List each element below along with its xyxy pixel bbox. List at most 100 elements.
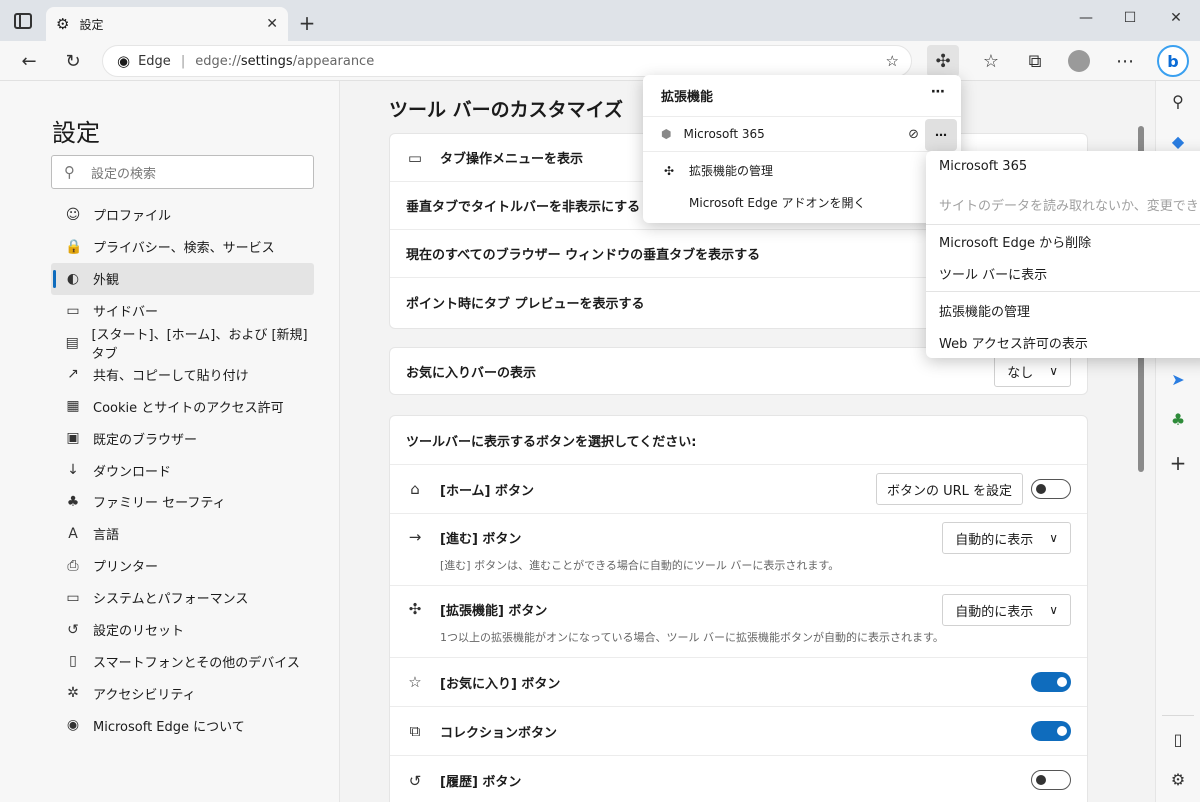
palette-icon: ◐ <box>66 270 80 287</box>
row-collections-button: ⧉ コレクションボタン <box>390 707 1087 756</box>
extensions-button-label: [拡張機能] ボタン <box>440 604 548 619</box>
history-icon: ↺ <box>408 771 422 790</box>
bing-chat-icon[interactable]: b <box>1157 45 1189 77</box>
sidebar-item-label: プライバシー、検索、サービス <box>93 241 275 257</box>
chevron-down-icon: ∨ <box>1049 603 1058 617</box>
favorites-icon[interactable]: ☆ <box>978 49 1004 73</box>
search-icon[interactable]: ⚲ <box>1164 89 1192 113</box>
extension-more-button[interactable]: ⋯ <box>925 119 957 151</box>
tree-icon[interactable]: ♣ <box>1164 407 1192 431</box>
menu-manage[interactable]: 拡張機能の管理 <box>939 301 1030 320</box>
sidebar-item[interactable]: ▣ 既定のブラウザー <box>51 422 314 454</box>
sidebar-item[interactable]: ▭ システムとパフォーマンス <box>51 582 314 614</box>
menu-disabled-info: サイトのデータを読み取れないか、変更できません <box>939 199 1200 214</box>
url-prefix: edge:// <box>195 53 241 69</box>
section-title: ツール バーのカスタマイズ <box>389 99 624 121</box>
sidebar-item-label: 共有、コピーして貼り付け <box>93 368 249 384</box>
tab-actions-icon[interactable] <box>14 13 32 29</box>
menu-divider <box>926 291 1200 292</box>
laptop-icon: ▭ <box>66 589 80 606</box>
sidebar-item[interactable]: ↺ 設定のリセット <box>51 614 314 646</box>
gear-icon[interactable]: ⚙ <box>1164 767 1192 791</box>
profile-avatar-icon[interactable] <box>1066 49 1092 73</box>
sidebar-item-label: 言語 <box>93 528 120 544</box>
share-icon: ↗ <box>67 366 79 383</box>
forward-button-value: 自動的に表示 <box>955 532 1034 548</box>
hidden-eye-icon[interactable]: ⊘ <box>908 127 919 142</box>
menu-web-access[interactable]: Web アクセス許可の表示 <box>939 333 1088 352</box>
browser-icon: ▣ <box>66 430 80 447</box>
sidebar-item[interactable]: ◐ 外観 <box>51 262 314 295</box>
row-history-button: ↺ [履歴] ボタン <box>390 756 1087 802</box>
forward-button-select[interactable]: 自動的に表示 ∨ <box>942 522 1071 554</box>
settings-title: 設定 <box>52 119 100 147</box>
sidebar-item-label: プロファイル <box>93 209 172 225</box>
search-icon: ⚲ <box>64 163 75 181</box>
sidebar-item[interactable]: ⎙ プリンター <box>51 550 314 582</box>
tab-menu-icon: ▭ <box>407 148 423 167</box>
sidebar-item[interactable]: ↓ ダウンロード <box>51 454 314 486</box>
search-input[interactable]: ⚲ 設定の検索 <box>51 155 314 189</box>
address-bar[interactable]: ◉ Edge | edge:// settings /appearance ☆ <box>102 45 912 77</box>
sidebar-item[interactable]: ▤ [スタート]、[ホーム]、および [新規] タブ <box>51 327 314 362</box>
sidebar-item[interactable]: ▭ サイドバー <box>51 295 314 327</box>
sidebar-item-label: Cookie とサイトのアクセス許可 <box>93 400 284 416</box>
extension-item[interactable]: ⬢ Microsoft 365 ⊘ ⋯ <box>643 116 961 152</box>
more-icon[interactable]: ⋯ <box>1112 49 1138 73</box>
new-tab-button[interactable]: + <box>296 11 318 35</box>
sidebar-item-label: [スタート]、[ホーム]、および [新規] タブ <box>91 327 308 362</box>
collections-button-toggle[interactable] <box>1031 721 1071 741</box>
tab-settings[interactable]: ⚙ 設定 ✕ <box>46 7 288 41</box>
sidebar-item[interactable]: ♣ ファミリー セーフティ <box>51 486 314 518</box>
title-bar: ⚙ 設定 ✕ + — ☐ ✕ <box>0 0 1200 41</box>
refresh-icon[interactable]: ↻ <box>60 49 86 73</box>
open-addons-label: Microsoft Edge アドオンを開く <box>689 196 866 210</box>
minimize-button[interactable]: — <box>1076 10 1096 30</box>
shopping-tag-icon[interactable]: ◆ <box>1164 129 1192 153</box>
puzzle-icon: ✣ <box>663 163 675 178</box>
menu-remove[interactable]: Microsoft Edge から削除 <box>939 232 1091 251</box>
more-icon[interactable]: ⋯ <box>931 84 945 100</box>
collections-icon: ⧉ <box>409 722 421 740</box>
sidebar-item[interactable]: A 言語 <box>51 518 314 550</box>
add-icon[interactable]: + <box>1164 451 1192 475</box>
manage-extensions-link[interactable]: ✣ 拡張機能の管理 <box>661 162 773 179</box>
row-buttons-header: ツールバーに表示するボタンを選択してください: <box>390 416 1087 465</box>
extensions-button-select[interactable]: 自動的に表示 ∨ <box>942 594 1071 626</box>
open-addons-link[interactable]: Microsoft Edge アドオンを開く <box>689 194 865 211</box>
favorites-bar-label: お気に入りバーの表示 <box>406 365 537 381</box>
set-url-button[interactable]: ボタンの URL を設定 <box>875 473 1023 505</box>
url-path: /appearance <box>292 53 375 69</box>
extensions-icon[interactable]: ✣ <box>927 45 959 77</box>
vertical-tabs-label: 現在のすべてのブラウザー ウィンドウの垂直タブを表示する <box>406 248 761 263</box>
extensions-flyout-title: 拡張機能 <box>661 90 714 105</box>
close-window-button[interactable]: ✕ <box>1166 10 1186 30</box>
sidebar-item[interactable]: 🔒 プライバシー、検索、サービス <box>51 231 314 263</box>
sidebar-item-label: サイドバー <box>93 305 159 321</box>
close-tab-icon[interactable]: ✕ <box>266 16 278 32</box>
menu-show-toolbar[interactable]: ツール バーに表示 <box>939 264 1047 283</box>
sidebar-item[interactable]: ✲ アクセシビリティ <box>51 677 314 709</box>
hide-titlebar-label: 垂直タブでタイトルバーを非表示にする <box>406 200 641 215</box>
extension-name: Microsoft 365 <box>683 127 765 141</box>
sidebar-item[interactable]: ▯ スマートフォンとその他のデバイス <box>51 645 314 677</box>
sidebar-item[interactable]: ↗ 共有、コピーして貼り付け <box>51 358 314 390</box>
menu-title: Microsoft 365 <box>939 159 1028 174</box>
home-button-toggle[interactable] <box>1031 479 1071 499</box>
favorites-bar-value: なし <box>1007 365 1034 381</box>
download-icon: ↓ <box>67 462 79 479</box>
back-arrow-icon[interactable]: ← <box>16 49 42 73</box>
sidebar-item[interactable]: ◉ Microsoft Edge について <box>51 709 314 741</box>
sidebar-item[interactable]: ▦ Cookie とサイトのアクセス許可 <box>51 390 314 422</box>
send-icon[interactable]: ➤ <box>1164 367 1192 391</box>
sidebar-item[interactable]: ☺ プロファイル <box>51 199 314 231</box>
add-favorite-icon[interactable]: ☆ <box>886 52 899 70</box>
collections-icon[interactable]: ⧉ <box>1022 49 1048 73</box>
favorites-button-toggle[interactable] <box>1031 672 1071 692</box>
maximize-button[interactable]: ☐ <box>1120 10 1140 30</box>
favorites-button-label: [お気に入り] ボタン <box>440 676 561 692</box>
favorites-bar-select[interactable]: なし ∨ <box>994 355 1071 387</box>
url-host: settings <box>240 53 293 69</box>
sidebar-toggle-icon[interactable]: ▯ <box>1164 727 1192 751</box>
history-button-toggle[interactable] <box>1031 770 1071 790</box>
